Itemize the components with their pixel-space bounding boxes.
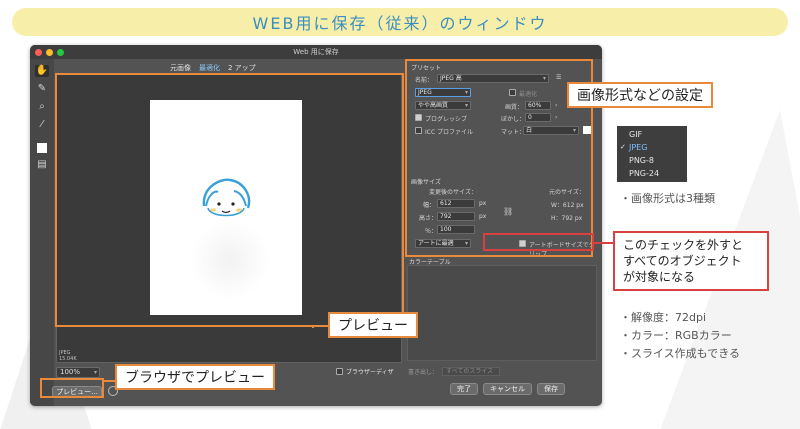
save-button[interactable]: 保存 bbox=[537, 383, 565, 395]
view-tabs: 元画像 最適化 2 アップ bbox=[170, 63, 256, 73]
slice-select-tool-icon[interactable]: ✎ bbox=[35, 83, 49, 95]
tab-2-up[interactable]: 2 アップ bbox=[228, 63, 256, 73]
clip-callout-connector bbox=[594, 242, 614, 244]
hand-tool-icon[interactable]: ✋ bbox=[35, 65, 49, 77]
browser-preview-callout: ブラウザでプレビュー bbox=[115, 364, 275, 390]
tab-original[interactable]: 元画像 bbox=[170, 63, 191, 73]
eyedropper-color-swatch[interactable] bbox=[37, 143, 47, 153]
window-title: Web 用に保存 bbox=[293, 48, 339, 56]
page-title: WEB用に保存（従来）のウィンドウ bbox=[252, 14, 548, 33]
format-option-png8[interactable]: PNG-8 bbox=[617, 154, 687, 167]
preview-callout: プレビュー bbox=[328, 312, 418, 338]
browser-dither-label: ブラウザーディザ bbox=[346, 369, 394, 376]
window-titlebar: Web 用に保存 bbox=[30, 45, 602, 59]
format-option-jpeg[interactable]: JPEG bbox=[617, 141, 687, 154]
preview-callout-connector bbox=[312, 326, 314, 328]
eyedropper-tool-icon[interactable]: ⁄ bbox=[35, 119, 49, 131]
toggle-slices-icon[interactable]: ▤ bbox=[35, 159, 49, 171]
format-settings-callout: 画像形式などの設定 bbox=[567, 82, 713, 108]
canvas-file-info: JPEG 15.04K bbox=[59, 350, 77, 362]
details-notes: ・解像度：72dpi ・カラー：RGBカラー ・スライス作成もできる bbox=[620, 309, 740, 363]
export-label: 書き出し： bbox=[408, 369, 439, 376]
clip-note-callout: このチェックを外すと すべてのオブジェクト が対象になる bbox=[613, 231, 769, 291]
export-slices-row: 書き出し： すべてのスライス bbox=[408, 367, 501, 376]
slice-note: ・スライス作成もできる bbox=[620, 347, 741, 360]
zoom-tool-icon[interactable]: ⌕ bbox=[35, 101, 49, 113]
preview-highlight-box bbox=[55, 73, 404, 327]
export-select[interactable]: すべてのスライス bbox=[442, 367, 501, 376]
zoom-level-select[interactable]: 100% bbox=[56, 367, 100, 378]
format-option-png24[interactable]: PNG-24 bbox=[617, 167, 687, 180]
color-table bbox=[407, 265, 597, 361]
clip-checkbox-highlight-box bbox=[483, 233, 594, 251]
resolution-note: ・解像度：72dpi bbox=[620, 311, 707, 324]
cancel-button[interactable]: キャンセル bbox=[483, 383, 532, 395]
browser-dither-checkbox[interactable] bbox=[336, 368, 343, 375]
format-settings-highlight-box bbox=[405, 59, 593, 257]
tab-optimized[interactable]: 最適化 bbox=[199, 63, 220, 73]
page-title-banner: WEB用に保存（従来）のウィンドウ bbox=[12, 8, 788, 36]
format-option-gif[interactable]: GIF bbox=[617, 128, 687, 141]
format-menu: GIF JPEG PNG-8 PNG-24 bbox=[617, 126, 687, 182]
done-button[interactable]: 完了 bbox=[450, 383, 478, 395]
dialog-buttons: 完了 キャンセル 保存 bbox=[450, 383, 565, 395]
browser-dither-option[interactable]: ブラウザーディザ bbox=[336, 367, 394, 376]
color-mode-note: ・カラー：RGBカラー bbox=[620, 329, 732, 342]
formats-note: ・画像形式は3種類 bbox=[620, 192, 715, 205]
tool-strip: ✋ ✎ ⌕ ⁄ ▤ bbox=[30, 59, 54, 406]
preview-button-highlight-box bbox=[40, 378, 104, 398]
